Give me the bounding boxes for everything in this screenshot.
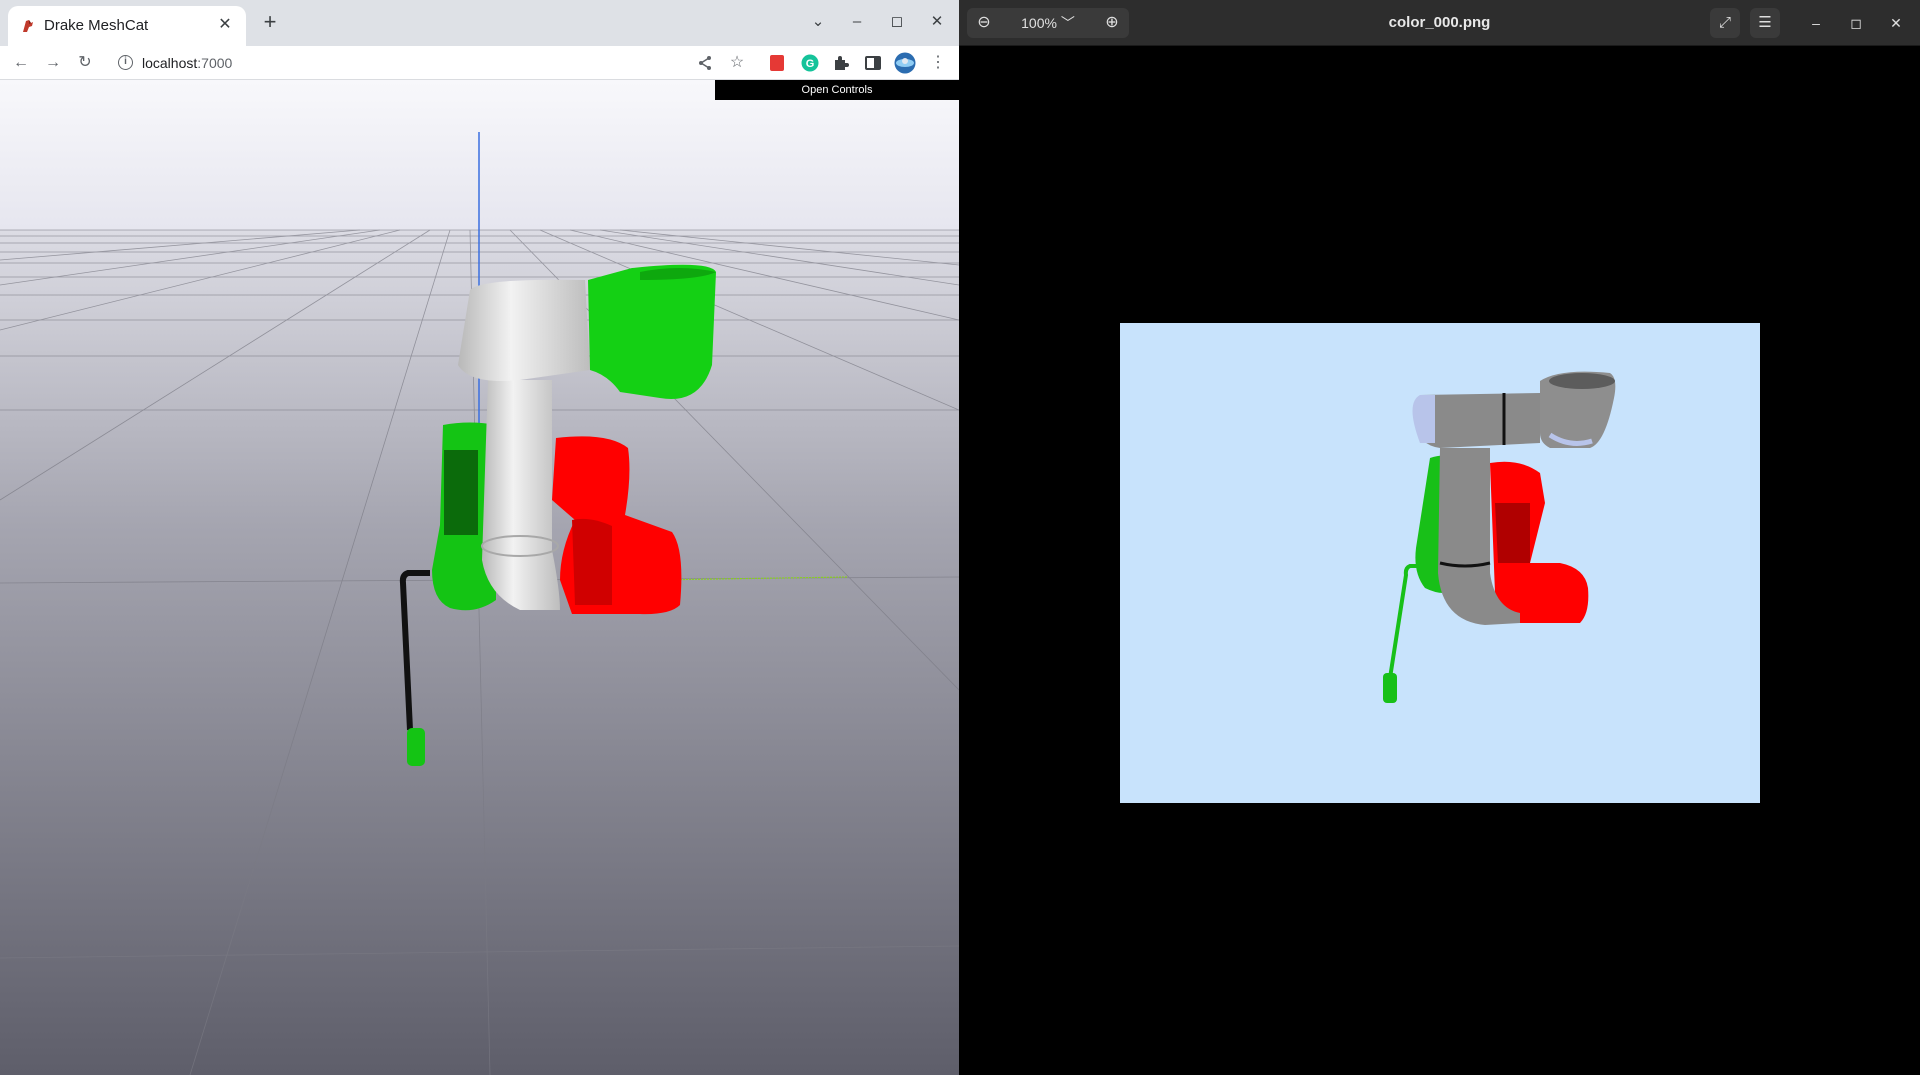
zoom-control: ⊖ 100% ﹀ ⊕ bbox=[967, 8, 1129, 38]
plus-icon[interactable]: + bbox=[258, 10, 282, 34]
open-controls-button[interactable]: Open Controls bbox=[715, 80, 959, 100]
star-icon[interactable]: ☆ bbox=[725, 51, 749, 75]
maximize-icon[interactable]: ◻ bbox=[885, 10, 909, 34]
share-icon[interactable] bbox=[693, 51, 717, 75]
viewer-headerbar: ⊖ 100% ﹀ ⊕ color_000.png ⤢ ☰ – ◻ ✕ bbox=[959, 0, 1920, 46]
zoom-out-icon[interactable]: ⊖ bbox=[967, 8, 1001, 38]
reload-icon[interactable]: ↻ bbox=[73, 51, 97, 75]
zoom-in-icon[interactable]: ⊕ bbox=[1095, 8, 1129, 38]
displayed-image bbox=[1120, 323, 1760, 803]
close-icon[interactable]: ✕ bbox=[1884, 11, 1908, 35]
sidepanel-icon[interactable] bbox=[861, 51, 885, 75]
browser-toolbar: ← → ↻ i localhost:7000 ☆ G ⋮ bbox=[0, 46, 959, 80]
browser-tab[interactable]: Drake MeshCat ✕ bbox=[8, 6, 246, 46]
tab-title: Drake MeshCat bbox=[44, 17, 149, 34]
minimize-icon[interactable]: – bbox=[1804, 11, 1828, 35]
tab-strip: Drake MeshCat ✕ + ⌄ – ◻ ✕ bbox=[0, 0, 959, 46]
zoom-level-dropdown[interactable]: 100% ﹀ bbox=[1003, 8, 1093, 38]
image-viewer-window: ⊖ 100% ﹀ ⊕ color_000.png ⤢ ☰ – ◻ ✕ bbox=[959, 0, 1920, 1075]
more-vert-icon[interactable]: ⋮ bbox=[926, 51, 950, 75]
minimize-icon[interactable]: – bbox=[845, 10, 869, 34]
viewer-canvas[interactable] bbox=[959, 47, 1920, 1075]
drake-icon bbox=[23, 20, 33, 32]
back-arrow-icon[interactable]: ← bbox=[9, 51, 33, 75]
chevron-down-icon[interactable]: ⌄ bbox=[806, 10, 830, 34]
forward-arrow-icon[interactable]: → bbox=[41, 51, 65, 75]
extension-red-icon[interactable] bbox=[765, 51, 789, 75]
profile-avatar-icon[interactable] bbox=[893, 51, 917, 75]
svg-text:G: G bbox=[806, 58, 815, 70]
url-text: localhost:7000 bbox=[142, 55, 233, 71]
fullscreen-icon[interactable]: ⤢ bbox=[1710, 8, 1740, 38]
address-bar[interactable]: i localhost:7000 bbox=[112, 49, 672, 77]
maximize-icon[interactable]: ◻ bbox=[1844, 11, 1868, 35]
tab-close-icon[interactable]: ✕ bbox=[214, 14, 236, 36]
browser-window: Drake MeshCat ✕ + ⌄ – ◻ ✕ ← → ↻ i localh… bbox=[0, 0, 959, 1075]
chevron-down-icon: ﹀ bbox=[1060, 15, 1075, 31]
close-icon[interactable]: ✕ bbox=[925, 10, 949, 34]
meshcat-viewport[interactable] bbox=[0, 80, 959, 1075]
puzzle-icon[interactable] bbox=[829, 51, 853, 75]
grammarly-icon[interactable]: G bbox=[798, 51, 822, 75]
hamburger-menu-icon[interactable]: ☰ bbox=[1750, 8, 1780, 38]
info-icon[interactable]: i bbox=[118, 55, 133, 70]
